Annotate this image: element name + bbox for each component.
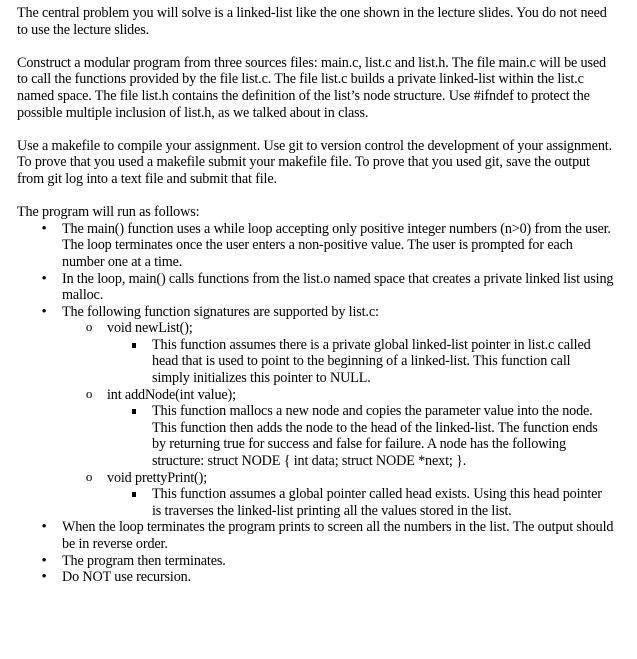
function-item-addnode: o int addNode(int value); This function … — [62, 385, 617, 470]
list-item: • When the loop terminates the program p… — [17, 519, 617, 552]
bullet-icon: • — [41, 270, 47, 287]
list-item-text: When the loop terminates the program pri… — [62, 519, 614, 552]
list-item: • The main() function uses a while loop … — [17, 221, 617, 271]
square-bullet-icon — [132, 409, 136, 415]
square-bullet-icon — [132, 492, 136, 498]
bullet-icon: • — [41, 303, 47, 320]
function-signature: void prettyPrint(); — [107, 469, 207, 486]
function-description-text: This function assumes there is a private… — [152, 336, 591, 387]
assignment-document: The central problem you will solve is a … — [0, 0, 637, 586]
bullet-icon: • — [41, 220, 47, 237]
function-description-list: This function assumes there is a private… — [107, 337, 617, 387]
bullet-icon: • — [41, 552, 47, 569]
list-item-text: The main() function uses a while loop ac… — [62, 220, 611, 270]
list-item-text: The following function signatures are su… — [62, 303, 379, 320]
circle-bullet-icon: o — [85, 319, 93, 335]
circle-bullet-icon: o — [85, 385, 93, 401]
list-item-text: Do NOT use recursion. — [62, 569, 191, 586]
makefile-git-paragraph: Use a makefile to compile your assignmen… — [17, 137, 612, 187]
function-signature: void newList(); — [107, 320, 193, 337]
circle-bullet-icon: o — [85, 468, 93, 484]
function-description-list: This function mallocs a new node and cop… — [107, 403, 617, 469]
function-description: This function mallocs a new node and cop… — [107, 403, 611, 469]
square-bullet-icon — [132, 342, 136, 348]
function-description-text: This function assumes a global pointer c… — [152, 486, 602, 519]
list-item: • In the loop, main() calls functions fr… — [17, 271, 617, 304]
list-item-text: The program then terminates. — [62, 552, 226, 569]
function-description-list: This function assumes a global pointer c… — [107, 486, 617, 519]
list-item-text: In the loop, main() calls functions from… — [62, 270, 614, 304]
function-item-newlist: o void newList(); This function assumes … — [62, 319, 617, 387]
bullet-icon: • — [41, 569, 47, 586]
function-description: This function assumes a global pointer c… — [107, 486, 611, 519]
function-signature-list: o void newList(); This function assumes … — [62, 319, 617, 520]
function-description-text: This function mallocs a new node and cop… — [152, 403, 598, 470]
function-signature: int addNode(int value); — [107, 386, 236, 403]
intro-paragraph: The central problem you will solve is a … — [17, 5, 607, 38]
list-item: • The following function signatures are … — [17, 304, 617, 520]
list-item: • The program then terminates. — [17, 553, 617, 570]
list-item: • Do NOT use recursion. — [17, 569, 617, 586]
program-run-heading: The program will run as follows: — [17, 204, 200, 221]
function-item-prettyprint: o void prettyPrint(); This function assu… — [62, 468, 617, 520]
modular-program-paragraph: Construct a modular program from three s… — [17, 54, 606, 121]
requirements-list: • The main() function uses a while loop … — [17, 221, 617, 586]
bullet-icon: • — [41, 519, 47, 536]
function-description: This function assumes there is a private… — [107, 337, 611, 387]
